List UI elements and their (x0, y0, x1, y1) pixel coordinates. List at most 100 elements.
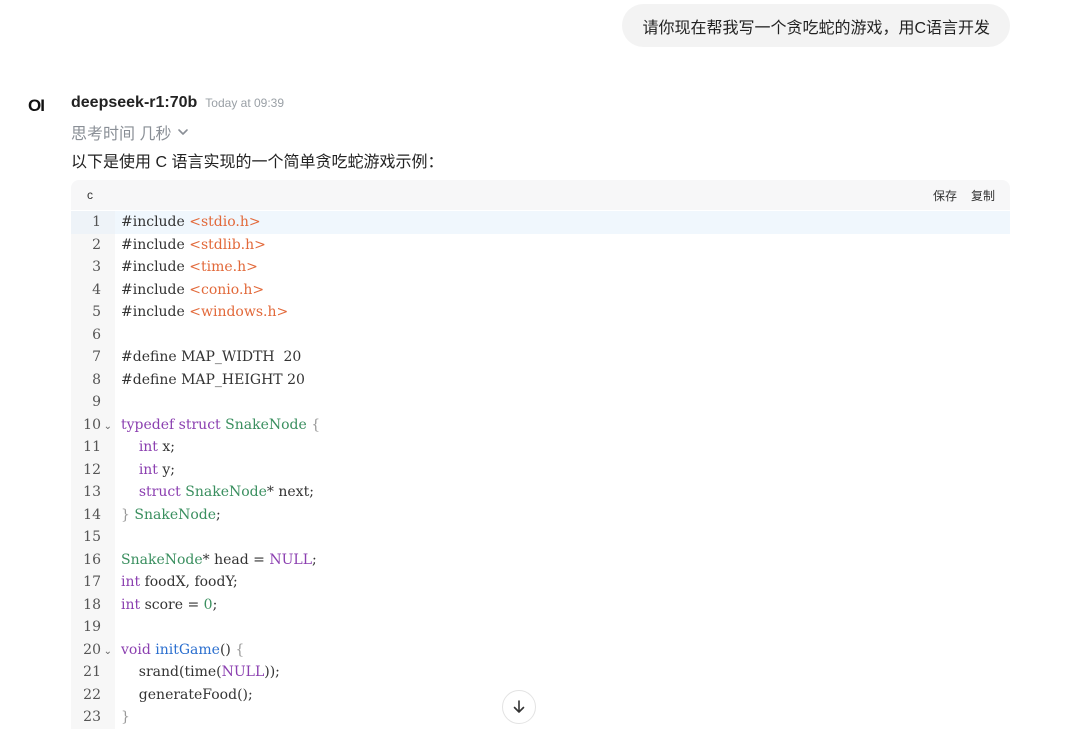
code-line: 19 (71, 616, 1010, 639)
code-line: 23} (71, 706, 1010, 729)
line-number-text: 22 (83, 686, 101, 703)
line-number-text: 18 (83, 596, 101, 613)
line-number: 14 (71, 503, 115, 526)
line-number: 13 (71, 481, 115, 504)
user-message-bubble: 请你现在帮我写一个贪吃蛇的游戏，用C语言开发 (622, 4, 1010, 47)
line-number: 15 (71, 526, 115, 549)
code-block-header: c 保存 复制 (71, 180, 1010, 210)
line-number-text: 8 (92, 371, 101, 388)
line-number-text: 9 (92, 394, 101, 411)
line-number: 4 (71, 278, 115, 301)
code-line-text: #include <stdlib.h> (121, 236, 266, 253)
code-line: 21 srand(time(NULL)); (71, 661, 1010, 684)
code-line: 1 #include <stdio.h> (71, 211, 1010, 234)
line-number-text: 21 (83, 664, 101, 681)
line-number-text: 5 (92, 304, 101, 321)
code-line: 5 #include <windows.h> (71, 301, 1010, 324)
code-line: 20 ⌄ void initGame() { (71, 638, 1010, 661)
code-actions: 保存 复制 (933, 187, 995, 204)
line-number-text: 10 (83, 416, 101, 433)
code-line: 10 ⌄ typedef struct SnakeNode { (71, 413, 1010, 436)
line-number-text: 11 (83, 439, 101, 456)
line-number-text: 6 (92, 326, 101, 343)
arrow-down-icon (513, 700, 525, 713)
line-number: 18 (71, 593, 115, 616)
fold-chevron-icon[interactable]: ⌄ (104, 421, 112, 432)
line-number: 5 (71, 301, 115, 324)
code-line: 12 int y; (71, 458, 1010, 481)
line-number: 11 (71, 436, 115, 459)
code-line-text: void initGame() { (121, 641, 245, 658)
code-line-text: int y; (138, 461, 176, 478)
line-number-text: 2 (92, 236, 101, 253)
code-line: 14 } SnakeNode; (71, 503, 1010, 526)
line-number-text: 3 (92, 259, 101, 276)
code-language-label: c (87, 188, 93, 202)
code-line: 7 #define MAP_WIDTH 20 (71, 346, 1010, 369)
copy-button[interactable]: 复制 (971, 187, 995, 204)
assistant-intro-text: 以下是使用 C 语言实现的一个简单贪吃蛇游戏示例： (71, 154, 444, 171)
code-line: 13 struct SnakeNode* next; (71, 481, 1010, 504)
line-number-text: 13 (83, 484, 101, 501)
code-line: 4 #include <conio.h> (71, 278, 1010, 301)
message-header: deepseek-r1:70b Today at 09:39 (71, 94, 284, 112)
code-line-text: struct SnakeNode* next; (138, 484, 314, 501)
line-number: 9 (71, 391, 115, 414)
code-line: 17 int foodX, foodY; (71, 571, 1010, 594)
code-editor[interactable]: 1 #include <stdio.h> 2 #include <stdlib.h> 3… (71, 210, 1010, 729)
code-line-text: typedef struct SnakeNode { (121, 416, 321, 433)
line-number-text: 17 (83, 574, 101, 591)
fold-chevron-icon[interactable]: ⌄ (104, 646, 112, 657)
line-number: 12 (71, 458, 115, 481)
code-line: 8 #define MAP_HEIGHT 20 (71, 368, 1010, 391)
code-line: 2 #include <stdlib.h> (71, 233, 1010, 256)
line-number: 20 ⌄ (71, 638, 115, 661)
thinking-label: 思考时间 几秒 (71, 126, 172, 143)
code-line-text: srand(time(NULL)); (121, 664, 280, 681)
model-name: deepseek-r1:70b (71, 94, 198, 111)
line-number: 21 (71, 661, 115, 684)
code-line-text: #include <stdio.h> (121, 214, 261, 231)
code-line-text: #define MAP_WIDTH 20 (121, 349, 302, 366)
save-button[interactable]: 保存 (933, 187, 957, 204)
code-line: 9 (71, 391, 1010, 414)
code-line-text: int x; (138, 439, 175, 456)
scroll-to-bottom-button[interactable] (502, 690, 536, 724)
code-line-text: #include <time.h> (121, 259, 258, 276)
assistant-avatar: OI (28, 96, 45, 115)
line-number: 16 (71, 548, 115, 571)
line-number: 10 ⌄ (71, 413, 115, 436)
user-message-text: 请你现在帮我写一个贪吃蛇的游戏，用C语言开发 (642, 19, 990, 37)
code-line: 18 int score = 0; (71, 593, 1010, 616)
line-number: 6 (71, 323, 115, 346)
line-number: 3 (71, 256, 115, 279)
code-line-text: SnakeNode* head = NULL; (121, 551, 317, 568)
line-number-text: 12 (83, 461, 101, 478)
code-line-text: } SnakeNode; (121, 506, 221, 523)
code-line: 16 SnakeNode* head = NULL; (71, 548, 1010, 571)
line-number-text: 23 (83, 709, 101, 726)
code-line-text: } (121, 709, 130, 726)
code-line: 6 (71, 323, 1010, 346)
line-number-text: 15 (83, 529, 101, 546)
code-line: 22 generateFood(); (71, 683, 1010, 706)
code-block: c 保存 复制 1 #include <stdio.h> 2 #include <st… (71, 180, 1010, 731)
line-number-text: 7 (92, 349, 101, 366)
line-number-text: 19 (83, 619, 101, 636)
code-line-text: #include <conio.h> (121, 281, 265, 298)
code-line-text: #define MAP_HEIGHT 20 (121, 371, 305, 388)
line-number: 7 (71, 346, 115, 369)
code-line-text: int foodX, foodY; (121, 574, 238, 591)
line-number: 1 (71, 211, 115, 234)
line-number-text: 16 (83, 551, 101, 568)
code-line: 15 (71, 526, 1010, 549)
line-number-text: 14 (83, 506, 101, 523)
line-number: 23 (71, 706, 115, 729)
line-number: 8 (71, 368, 115, 391)
line-number: 22 (71, 683, 115, 706)
line-number-text: 20 (83, 641, 101, 658)
code-line: 3 #include <time.h> (71, 256, 1010, 279)
chevron-down-icon (178, 129, 189, 135)
thinking-toggle[interactable]: 思考时间 几秒 (71, 120, 189, 144)
line-number-text: 4 (92, 281, 101, 298)
